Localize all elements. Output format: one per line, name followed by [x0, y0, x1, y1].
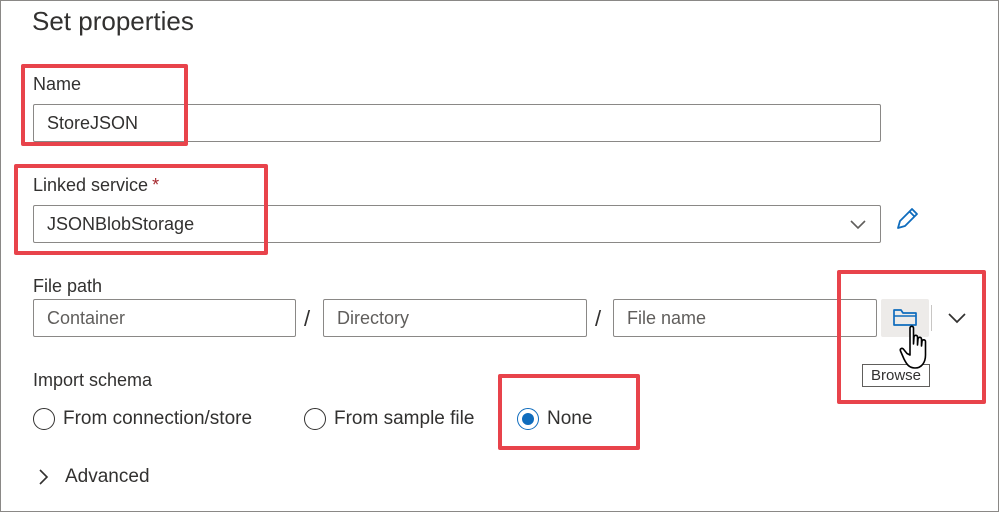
chevron-down-icon	[850, 220, 866, 230]
path-separator: /	[595, 306, 602, 331]
advanced-toggle[interactable]: Advanced	[37, 466, 150, 488]
edit-pencil-icon[interactable]	[893, 205, 921, 233]
file-name-input[interactable]: File name	[613, 299, 877, 337]
directory-input[interactable]: Directory	[323, 299, 587, 337]
radio-label: From connection/store	[63, 408, 253, 429]
radio-from-sample-file[interactable]: From sample file	[304, 408, 474, 430]
file-path-label: File path	[33, 276, 103, 296]
name-label: Name	[33, 74, 82, 94]
path-separator: /	[304, 306, 311, 331]
radio-label: None	[547, 408, 593, 429]
properties-panel	[0, 0, 999, 512]
chevron-down-icon[interactable]	[947, 312, 967, 324]
radio-selected-dot	[522, 413, 534, 425]
radio-button[interactable]	[304, 408, 326, 430]
container-input[interactable]: Container	[33, 299, 296, 337]
chevron-right-icon	[39, 469, 49, 485]
hand-cursor-icon	[899, 325, 927, 369]
radio-label: From sample file	[334, 408, 475, 429]
radio-from-connection-store[interactable]: From connection/store	[33, 408, 252, 430]
radio-none[interactable]: None	[517, 408, 592, 430]
linked-service-label: Linked service *	[33, 175, 160, 195]
linked-service-value: JSONBlobStorage	[47, 214, 195, 234]
name-input[interactable]: StoreJSON	[33, 104, 881, 142]
radio-button[interactable]	[33, 408, 55, 430]
advanced-label: Advanced	[65, 466, 150, 487]
radio-button-selected[interactable]	[517, 408, 539, 430]
linked-service-select[interactable]: JSONBlobStorage	[33, 205, 881, 243]
import-schema-label: Import schema	[33, 370, 153, 390]
page-title: Set properties	[32, 6, 194, 36]
required-marker: *	[152, 175, 160, 195]
